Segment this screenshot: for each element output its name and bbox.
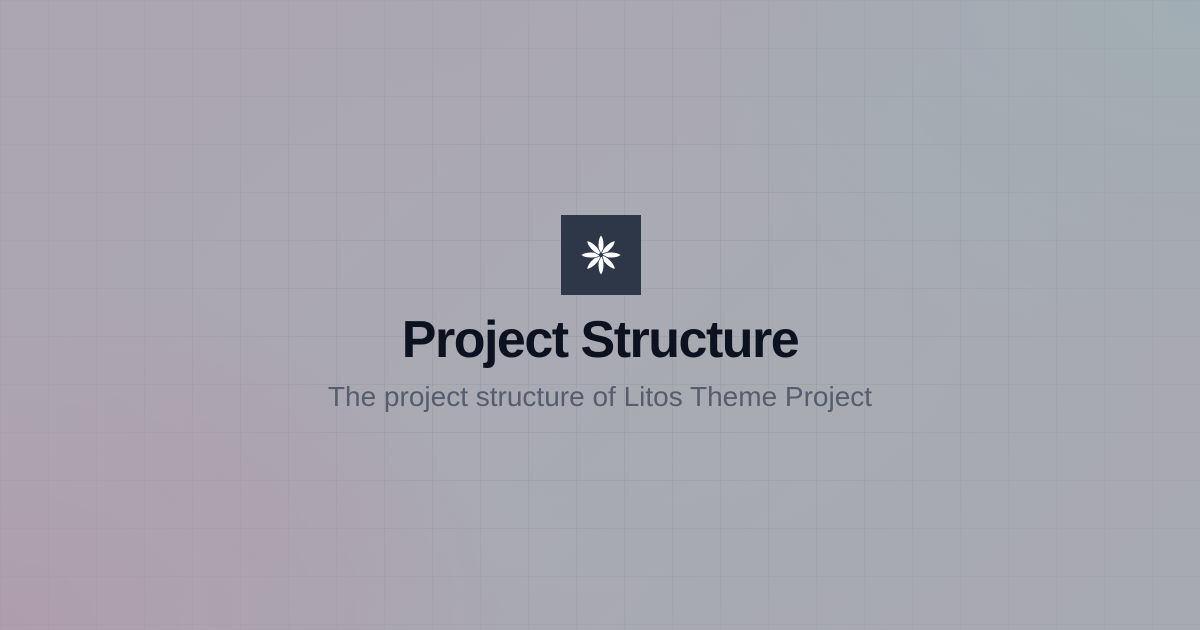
logo: [561, 215, 641, 295]
page-subtitle: The project structure of Litos Theme Pro…: [327, 381, 873, 412]
page-title: Project Structure: [401, 311, 800, 369]
og-card: Project Structure The project structure …: [0, 0, 1200, 630]
flower-icon: [580, 234, 622, 276]
card-content: Project Structure The project structure …: [0, 0, 1200, 630]
